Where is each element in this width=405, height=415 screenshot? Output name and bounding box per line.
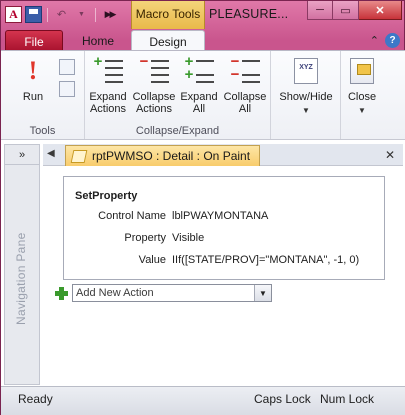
argument-row: Value IIf([STATE/PROV]="MONTANA", -1, 0) (64, 254, 374, 268)
show-hide-dropdown-icon: ▼ (302, 106, 310, 115)
collapse-all-label-line2: All (238, 103, 252, 115)
argument-value[interactable]: lblPWAYMONTANA (172, 210, 268, 222)
show-hide-button[interactable]: XYZ Show/Hide ▼ (275, 55, 337, 117)
status-text: Ready (18, 392, 53, 406)
argument-value[interactable]: IIf([STATE/PROV]="MONTANA", -1, 0) (172, 254, 359, 266)
save-icon[interactable] (25, 6, 42, 23)
qat-separator (47, 7, 48, 22)
tab-file[interactable]: File (5, 30, 63, 51)
add-new-action-combobox[interactable]: ▼ (72, 284, 272, 302)
close-label: Close (347, 91, 377, 103)
nav-pane-toggle-icon[interactable]: » (5, 145, 39, 165)
ribbon-group-close: Close ▼ (341, 51, 383, 139)
undo-icon[interactable]: ↶ (53, 6, 70, 23)
show-hide-label: Show/Hide (279, 91, 333, 103)
add-new-action-input[interactable] (73, 285, 253, 301)
macro-tools-contextual-label: Macro Tools (131, 1, 205, 29)
access-app-icon[interactable]: A (5, 6, 22, 23)
collapse-actions-label-line2: Actions (135, 103, 173, 115)
ribbon-group-collapse-expand: + Expand Actions − Collapse Actions + + … (85, 51, 271, 139)
expand-all-button[interactable]: + + Expand All (177, 54, 221, 115)
macro-designer: ◀ rptPWMSO : Detail : On Paint ✕ SetProp… (43, 144, 403, 385)
run-label: Run (22, 91, 44, 103)
window-title: PLEASURE... (209, 7, 289, 21)
collapse-all-label-line1: Collapse (223, 91, 267, 103)
status-bar: Ready Caps Lock Num Lock (1, 386, 405, 415)
action-name: SetProperty (75, 190, 138, 202)
tools-small-buttons (59, 59, 75, 97)
access-window: A ↶ ▼ ▶▶ Macro Tools PLEASURE... ─ ▭ ✕ F… (0, 0, 405, 415)
ribbon-group-tools: ! Run Tools (1, 51, 85, 139)
ribbon-group-show-hide: XYZ Show/Hide ▼ (271, 51, 341, 139)
collapse-actions-label-line1: Collapse (132, 91, 176, 103)
collapse-all-icon: − − (230, 54, 260, 85)
close-document-icon[interactable]: ✕ (385, 148, 395, 162)
close-macro-icon (350, 58, 374, 84)
run-button[interactable]: ! Run (11, 55, 55, 104)
argument-label: Control Name (98, 210, 166, 222)
customize-qat-icon[interactable]: ▶▶ (101, 6, 118, 23)
collapse-actions-button[interactable]: − Collapse Actions (131, 54, 177, 115)
expand-actions-button[interactable]: + Expand Actions (85, 54, 131, 115)
ribbon-help-area: ⌃ ? (370, 33, 400, 48)
expand-actions-icon: + (93, 54, 123, 85)
argument-label: Property (124, 232, 166, 244)
minimize-ribbon-icon[interactable]: ⌃ (370, 34, 379, 47)
collapse-all-button[interactable]: − − Collapse All (221, 54, 269, 115)
run-icon: ! (28, 56, 38, 85)
navigation-pane[interactable]: » Navigation Pane (4, 144, 40, 385)
minimize-button[interactable]: ─ (307, 1, 333, 20)
expand-actions-label-line1: Expand (89, 91, 127, 103)
show-hide-icon: XYZ (294, 58, 318, 84)
ribbon: ! Run Tools + Expand Actions − Collapse … (1, 50, 405, 140)
window-controls: ─ ▭ ✕ (307, 1, 402, 20)
workspace: » Navigation Pane ◀ rptPWMSO : Detail : … (1, 140, 405, 386)
undo-dropdown-icon[interactable]: ▼ (73, 6, 90, 23)
ribbon-tabs: File Home Design ⌃ ? (1, 29, 405, 51)
close-window-button[interactable]: ✕ (359, 1, 402, 20)
num-lock-indicator: Num Lock (320, 392, 375, 406)
tab-macro-document[interactable]: rptPWMSO : Detail : On Paint (65, 145, 260, 166)
macro-action-block[interactable]: SetProperty Control Name lblPWAYMONTANA … (63, 176, 385, 280)
document-tab-title: rptPWMSO : Detail : On Paint (92, 149, 251, 163)
argument-row: Control Name lblPWAYMONTANA (64, 210, 374, 224)
combobox-dropdown-icon[interactable]: ▼ (254, 285, 271, 301)
expand-all-icon: + + (184, 54, 214, 85)
caps-lock-indicator: Caps Lock (254, 392, 311, 406)
help-icon[interactable]: ? (385, 33, 400, 48)
argument-value[interactable]: Visible (172, 232, 204, 244)
close-dropdown-icon: ▼ (358, 106, 366, 115)
restore-button[interactable]: ▭ (333, 1, 359, 20)
single-step-icon[interactable] (59, 59, 75, 75)
expand-actions-label-line2: Actions (89, 103, 127, 115)
quick-access-toolbar: A ↶ ▼ ▶▶ (5, 6, 118, 23)
add-new-action-row: ▼ (55, 284, 272, 302)
argument-row: Property Visible (64, 232, 374, 246)
qat-separator (95, 7, 96, 22)
macro-icon (70, 149, 88, 163)
title-bar: A ↶ ▼ ▶▶ Macro Tools PLEASURE... ─ ▭ ✕ (1, 1, 405, 29)
tab-design[interactable]: Design (131, 30, 205, 51)
ribbon-group-label-collapse-expand: Collapse/Expand (135, 125, 220, 137)
document-tab-strip: ◀ rptPWMSO : Detail : On Paint ✕ (43, 144, 403, 166)
add-action-plus-icon (55, 286, 68, 300)
argument-label: Value (138, 254, 166, 266)
close-macro-button[interactable]: Close ▼ (343, 55, 381, 117)
expand-all-label-line2: All (192, 103, 206, 115)
collapse-actions-icon: − (139, 54, 169, 85)
tab-scroll-left-icon[interactable]: ◀ (47, 148, 55, 159)
tab-home[interactable]: Home (73, 30, 123, 51)
convert-macros-icon[interactable] (59, 81, 75, 97)
expand-all-label-line1: Expand (180, 91, 218, 103)
nav-pane-label: Navigation Pane (14, 232, 28, 325)
ribbon-group-label-tools: Tools (29, 125, 56, 137)
